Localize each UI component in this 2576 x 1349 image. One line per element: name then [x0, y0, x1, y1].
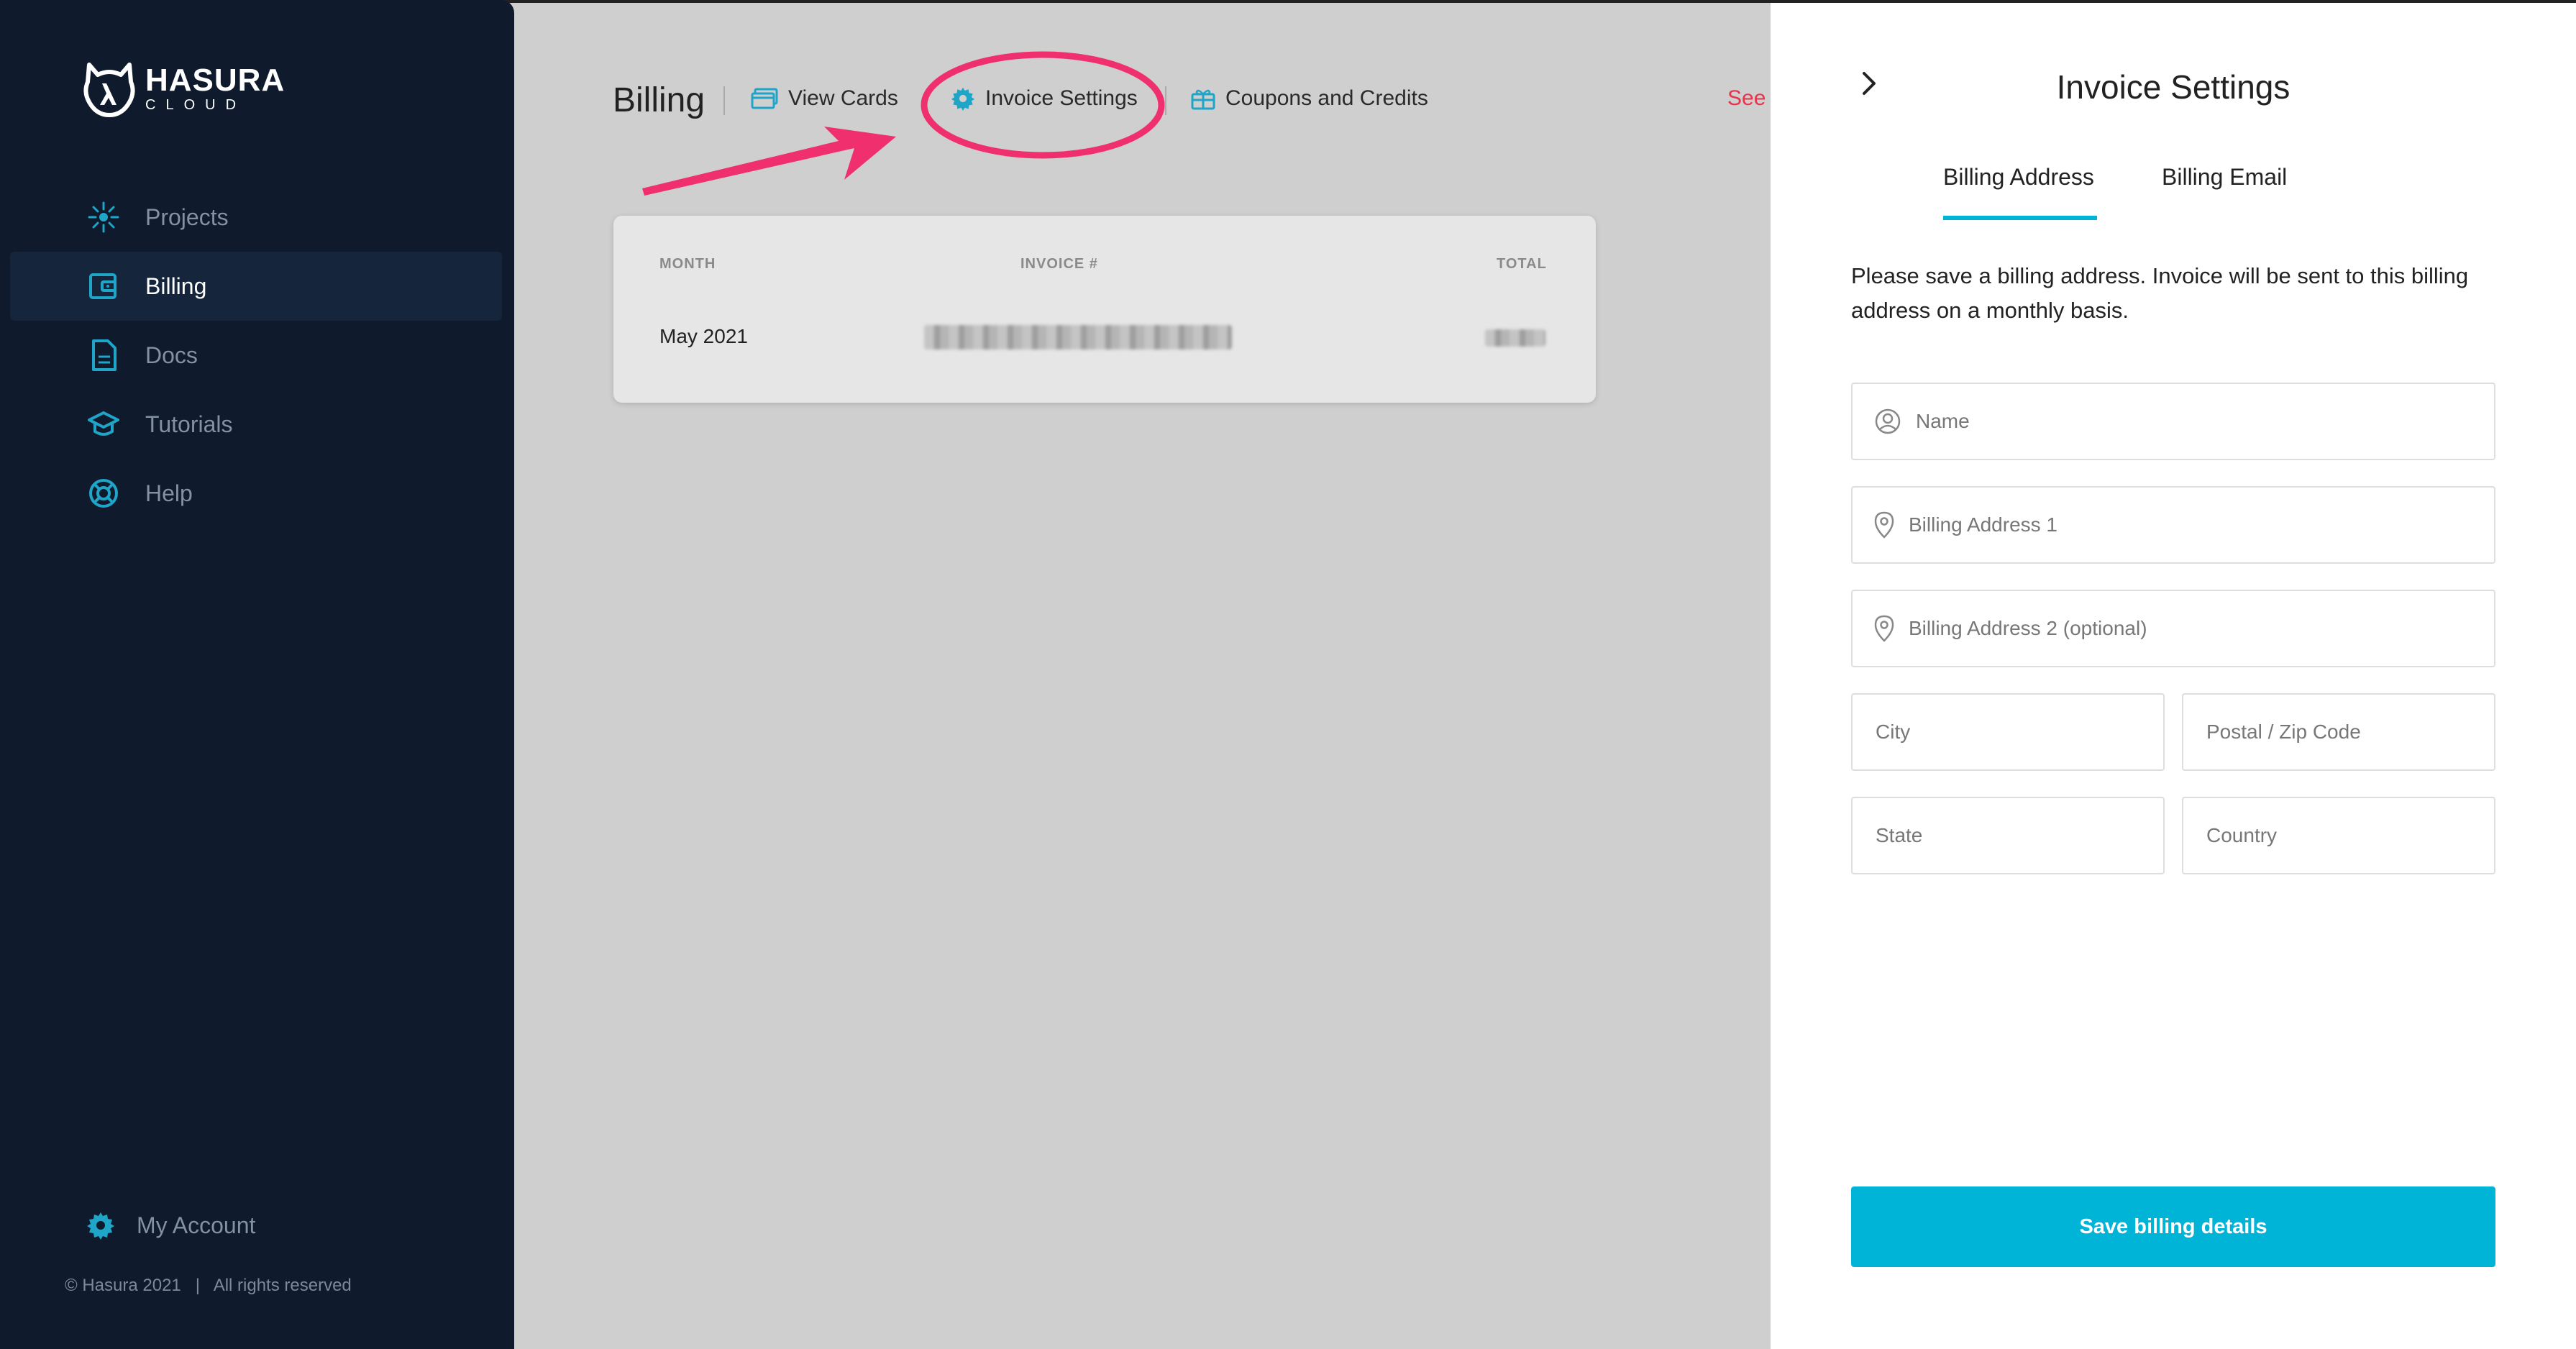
location-pin-icon	[1874, 615, 1894, 642]
location-pin-icon	[1874, 511, 1894, 539]
redacted-total	[1485, 329, 1545, 347]
tab-billing-address[interactable]: Billing Address	[1943, 164, 2094, 191]
sidebar-item-label: Docs	[145, 342, 198, 368]
copyright-text: © Hasura 2021 | All rights reserved	[65, 1276, 352, 1295]
name-placeholder: Name	[1916, 410, 1970, 432]
highlight-ellipse	[921, 51, 1165, 159]
panel-title: Invoice Settings	[2056, 68, 2290, 106]
user-icon	[1875, 408, 1901, 434]
billing-icon	[89, 273, 117, 299]
state-placeholder: State	[1876, 824, 1923, 846]
coupons-credits-label: Coupons and Credits	[1225, 86, 1428, 110]
sidebar-item-billing[interactable]: Billing	[10, 252, 502, 321]
country-placeholder: Country	[2206, 824, 2278, 846]
annotation-overlay	[642, 51, 1165, 196]
sidebar-item-docs[interactable]: Docs	[10, 321, 502, 390]
zip-code-placeholder: Postal / Zip Code	[2206, 721, 2361, 743]
billing-description: Please save a billing address. Invoice w…	[1851, 263, 2469, 323]
my-account-label: My Account	[137, 1212, 256, 1238]
active-tab-indicator	[1943, 216, 2097, 220]
column-header-total: TOTAL	[1497, 256, 1547, 272]
billing-address-1-placeholder: Billing Address 1	[1909, 513, 2058, 536]
invoice-table: MONTH INVOICE # TOTAL May 2021	[613, 216, 1596, 403]
city-field[interactable]: City	[1851, 693, 2165, 771]
gear-icon	[87, 1212, 114, 1240]
name-field[interactable]: Name	[1851, 383, 2495, 460]
save-billing-details-button[interactable]: Save billing details	[1851, 1186, 2495, 1267]
billing-address-2-placeholder: Billing Address 2 (optional)	[1909, 617, 2147, 639]
docs-icon	[92, 339, 117, 371]
coupons-credits-link[interactable]: Coupons and Credits	[1191, 86, 1428, 111]
city-placeholder: City	[1876, 721, 1911, 743]
pointer-arrow	[642, 127, 896, 196]
sidebar-item-tutorials[interactable]: Tutorials	[10, 390, 502, 459]
billing-address-2-field[interactable]: Billing Address 2 (optional)	[1851, 590, 2495, 667]
zip-code-field[interactable]: Postal / Zip Code	[2182, 693, 2495, 771]
my-account-link[interactable]: My Account	[86, 1211, 255, 1240]
tab-billing-email[interactable]: Billing Email	[2162, 164, 2287, 191]
redacted-invoice-number	[924, 325, 1232, 349]
column-header-invoice: INVOICE #	[1020, 256, 1098, 272]
see-link[interactable]: See	[1727, 86, 1766, 111]
column-header-month: MONTH	[659, 256, 716, 272]
billing-address-1-field[interactable]: Billing Address 1	[1851, 486, 2495, 564]
help-icon	[89, 479, 118, 508]
table-cell-month: May 2021	[659, 325, 748, 347]
sidebar-item-label: Tutorials	[145, 411, 233, 437]
sidebar-item-label: Billing	[145, 273, 207, 299]
sidebar-item-label: Help	[145, 480, 193, 506]
tutorials-icon	[88, 411, 119, 436]
country-field[interactable]: Country	[2182, 797, 2495, 874]
sidebar-item-help[interactable]: Help	[10, 459, 502, 528]
invoice-settings-panel: Invoice Settings Billing Address Billing…	[1771, 3, 2576, 1349]
state-field[interactable]: State	[1851, 797, 2165, 874]
